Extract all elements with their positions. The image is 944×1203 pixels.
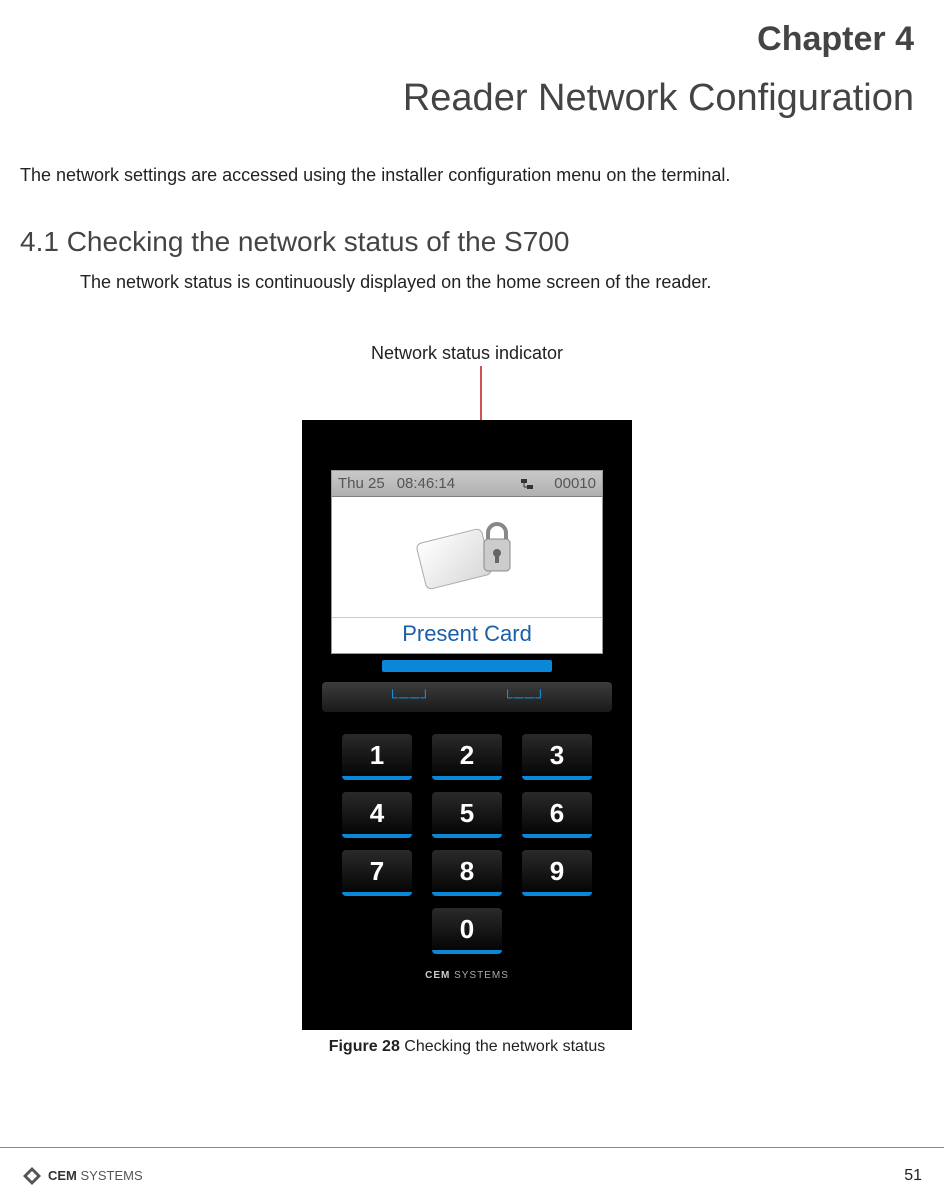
device-brand-label: CEM SYSTEMS xyxy=(302,970,632,981)
present-card-label: Present Card xyxy=(332,617,602,653)
key-5[interactable]: 5 xyxy=(432,792,502,838)
bracket-left-icon: └──┘ xyxy=(388,689,432,705)
figure-block: Network status indicator Thu 25 08:46:14 xyxy=(20,343,914,1056)
key-2[interactable]: 2 xyxy=(432,734,502,780)
section-heading: 4.1 Checking the network status of the S… xyxy=(20,226,914,258)
status-bar: Thu 25 08:46:14 00010 xyxy=(332,471,602,497)
key-9[interactable]: 9 xyxy=(522,850,592,896)
lock-icon xyxy=(478,521,516,579)
key-1[interactable]: 1 xyxy=(342,734,412,780)
blue-divider xyxy=(382,660,552,672)
status-count: 00010 xyxy=(554,475,596,492)
key-3[interactable]: 3 xyxy=(522,734,592,780)
callout-label: Network status indicator xyxy=(20,343,914,364)
device-screen: Thu 25 08:46:14 00010 xyxy=(331,470,603,654)
chapter-title: Reader Network Configuration xyxy=(20,77,914,120)
footer-logo: CEM SYSTEMS xyxy=(22,1166,143,1186)
key-0[interactable]: 0 xyxy=(432,908,502,954)
network-status-icon xyxy=(520,477,534,491)
chapter-label: Chapter 4 xyxy=(20,20,914,59)
figure-caption: Figure 28 Checking the network status xyxy=(20,1038,914,1056)
key-8[interactable]: 8 xyxy=(432,850,502,896)
footer-brand-text: CEM SYSTEMS xyxy=(48,1168,143,1183)
device-frame: Thu 25 08:46:14 00010 xyxy=(302,420,632,1030)
status-time: 08:46:14 xyxy=(397,475,455,492)
key-6[interactable]: 6 xyxy=(522,792,592,838)
track-bar: └──┘ └──┘ xyxy=(322,682,612,712)
bracket-right-icon: └──┘ xyxy=(503,689,547,705)
page-number: 51 xyxy=(904,1167,922,1185)
card-illustration-area xyxy=(332,497,602,617)
keypad: 1 2 3 4 5 6 7 8 9 0 xyxy=(342,734,592,954)
callout-line xyxy=(302,366,632,420)
status-date: Thu 25 xyxy=(338,475,385,492)
key-4[interactable]: 4 xyxy=(342,792,412,838)
page-footer: CEM SYSTEMS 51 xyxy=(0,1147,944,1203)
section-body: The network status is continuously displ… xyxy=(80,272,914,293)
intro-paragraph: The network settings are accessed using … xyxy=(20,165,914,186)
footer-logo-icon xyxy=(22,1166,42,1186)
key-7[interactable]: 7 xyxy=(342,850,412,896)
